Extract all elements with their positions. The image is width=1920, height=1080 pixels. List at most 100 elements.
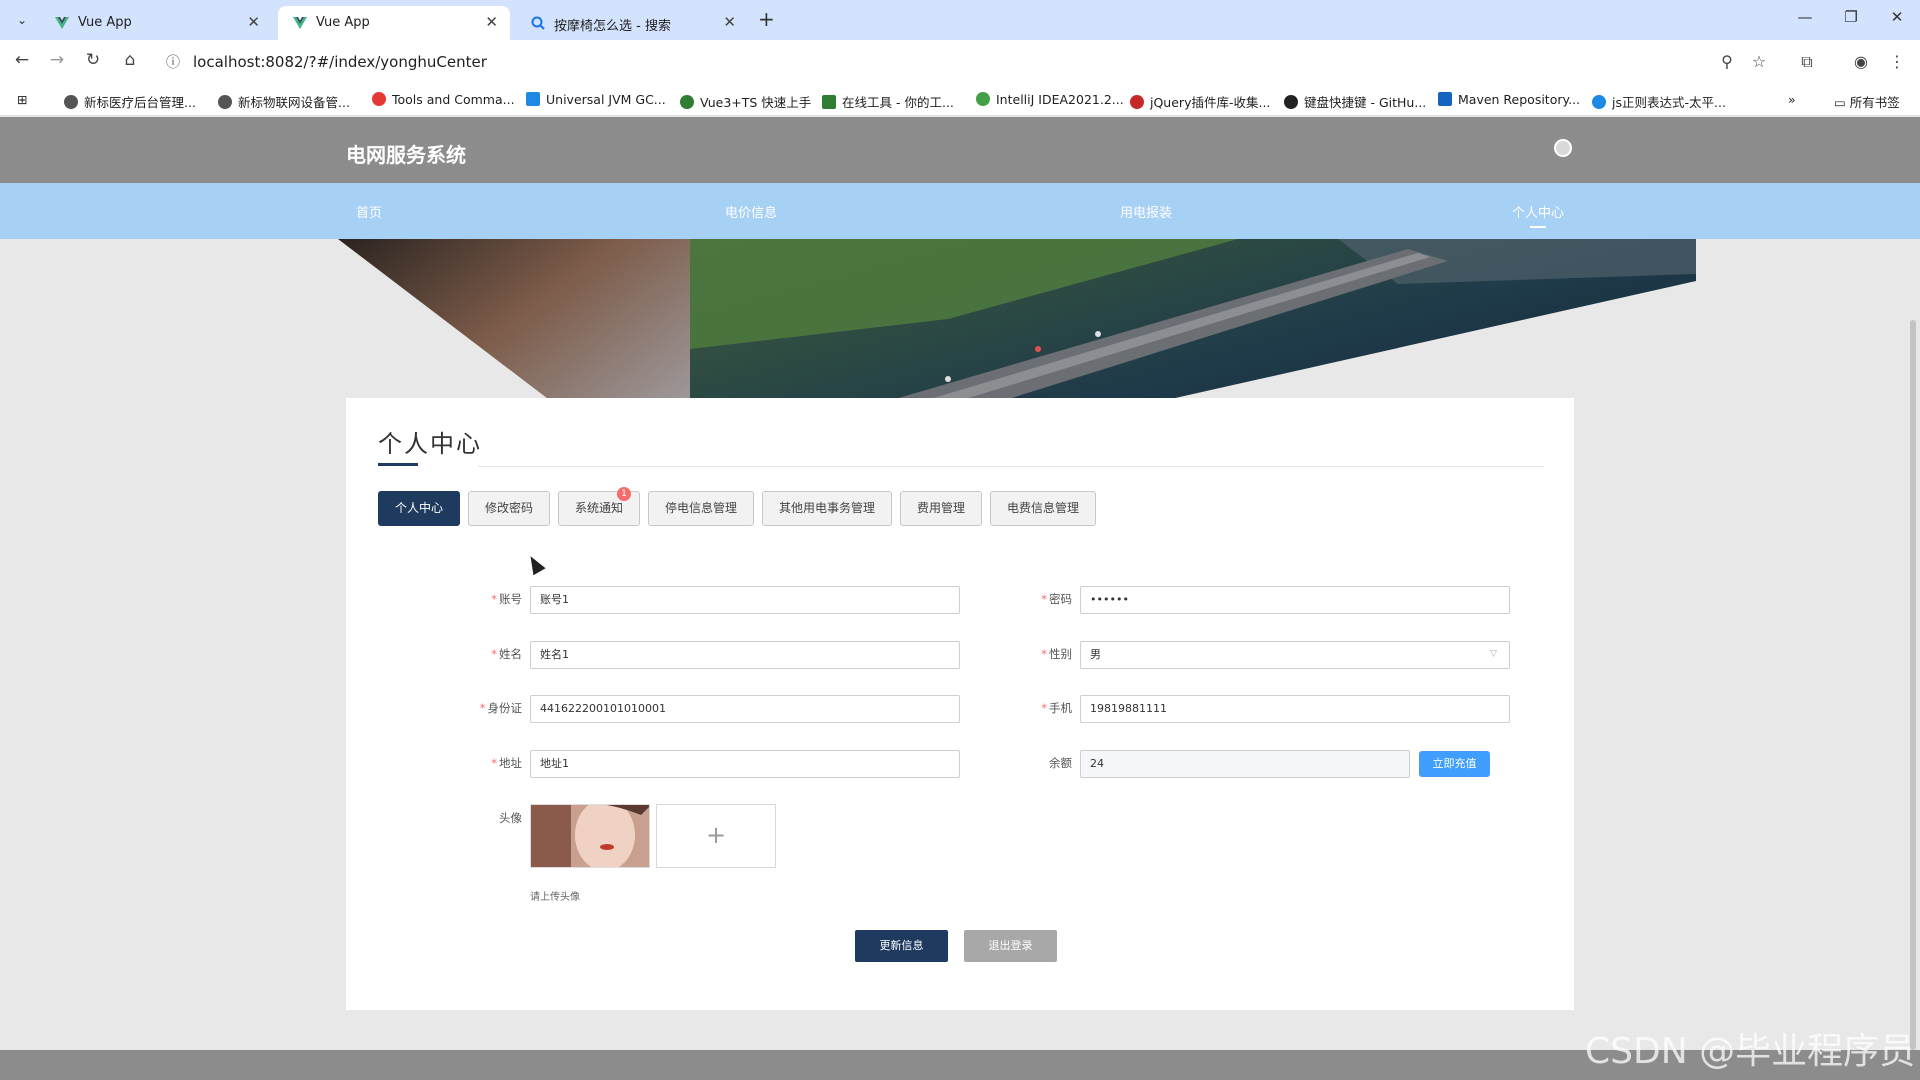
account-input[interactable]: 账号1	[530, 586, 960, 614]
bookmark-item[interactable]: 在线工具 - 你的工...	[822, 92, 954, 111]
bookmark-item[interactable]: 新标医疗后台管理...	[64, 92, 196, 111]
url-text[interactable]: localhost:8082/?#/index/yonghuCenter	[193, 53, 487, 71]
name-label: * 姓名	[491, 647, 522, 661]
globe-icon	[64, 95, 78, 109]
bookmark-item[interactable]: js正则表达式-太平...	[1592, 92, 1726, 111]
tab-outage-management[interactable]: 停电信息管理	[648, 491, 754, 526]
site-info-icon[interactable]: ⓘ	[166, 52, 180, 72]
app-title: 电网服务系统	[346, 143, 466, 167]
bookmark-item[interactable]: jQuery插件库-收集...	[1130, 92, 1270, 111]
tab-title: Vue App	[316, 15, 370, 30]
github-icon	[1284, 95, 1298, 109]
nav-user-center[interactable]: 个人中心	[1512, 202, 1564, 221]
chevron-down-icon: ▽	[1490, 649, 1497, 659]
browser-tab-3[interactable]: 按摩椅怎么选 - 搜索 ✕	[516, 6, 748, 40]
address-label: * 地址	[491, 756, 522, 770]
bookmark-item[interactable]: 新标物联网设备管...	[218, 92, 350, 111]
vue-icon	[680, 95, 694, 109]
browser-tab-1[interactable]: Vue App ✕	[40, 6, 272, 40]
password-label: *••••••密码	[1041, 592, 1072, 606]
close-tab-icon[interactable]: ✕	[485, 13, 498, 31]
bookmark-star-icon[interactable]: ☆	[1748, 52, 1770, 71]
reload-icon[interactable]: ↻	[81, 50, 105, 70]
name-input[interactable]: 姓名1	[530, 641, 960, 669]
forward-icon[interactable]: →	[45, 50, 69, 70]
close-tab-icon[interactable]: ✕	[723, 13, 736, 31]
nav-home[interactable]: 首页	[356, 202, 382, 221]
tab-change-password[interactable]: 修改密码	[468, 491, 550, 526]
vue-logo-icon	[55, 17, 69, 29]
tools-icon	[372, 92, 386, 106]
tab-search-chevron-icon[interactable]: ⌄	[10, 9, 34, 31]
tab-title: Vue App	[78, 15, 132, 30]
gender-select[interactable]: 男	[1080, 641, 1510, 669]
account-label: * 账号	[491, 592, 522, 606]
logout-button[interactable]: 退出登录	[964, 930, 1057, 962]
title-divider	[478, 466, 1544, 467]
vue-logo-icon	[293, 17, 307, 29]
phone-input[interactable]: 19819881111	[1080, 695, 1510, 723]
gc-icon	[526, 92, 540, 106]
tab-electricity-bill[interactable]: 电费信息管理	[990, 491, 1096, 526]
tab-fee-management[interactable]: 费用管理	[900, 491, 982, 526]
upload-hint: 请上传头像	[530, 892, 580, 903]
new-tab-button[interactable]: +	[758, 7, 775, 31]
menu-icon[interactable]: ⋮	[1886, 52, 1908, 71]
avatar-label: 头像	[499, 811, 522, 825]
nav-power-install[interactable]: 用电报装	[1120, 202, 1172, 221]
recharge-button[interactable]: 立即充值	[1419, 751, 1490, 777]
id-card-label: * 身份证	[479, 701, 522, 715]
avatar-image[interactable]	[530, 804, 650, 868]
update-info-button[interactable]: 更新信息	[855, 930, 948, 962]
balance-input: 24	[1080, 750, 1410, 778]
tab-other-affairs[interactable]: 其他用电事务管理	[762, 491, 892, 526]
scrollbar[interactable]	[1910, 320, 1916, 1050]
notice-badge: 1	[617, 487, 631, 501]
avatar-upload[interactable]: +	[656, 804, 776, 868]
page-title: 个人中心	[378, 430, 482, 458]
globe-icon	[218, 95, 232, 109]
more-bookmarks-icon[interactable]: »	[1788, 92, 1796, 107]
bookmark-item[interactable]: Tools and Comma...	[372, 92, 515, 107]
watermark: CSDN @毕业程序员	[1585, 1031, 1916, 1072]
browser-tab-2[interactable]: Vue App ✕	[278, 6, 510, 40]
js-icon	[1592, 95, 1606, 109]
bookmark-item[interactable]: Vue3+TS 快速上手	[680, 92, 811, 111]
gender-label: * 性别	[1041, 647, 1072, 661]
tab-title: 按摩椅怎么选 - 搜索	[554, 19, 671, 34]
title-underline	[378, 463, 418, 466]
bookmark-item[interactable]: Maven Repository...	[1438, 92, 1580, 107]
jquery-icon	[1130, 95, 1144, 109]
user-avatar-icon[interactable]	[1554, 139, 1572, 157]
id-card-input[interactable]: 441622200101010001	[530, 695, 960, 723]
close-window-icon[interactable]: ✕	[1882, 8, 1912, 26]
bookmark-item[interactable]: 键盘快捷键 - GitHu...	[1284, 92, 1426, 111]
address-input[interactable]: 地址1	[530, 750, 960, 778]
home-icon[interactable]: ⌂	[118, 50, 142, 70]
back-icon[interactable]: ←	[10, 50, 34, 70]
extensions-icon[interactable]: ⧉	[1796, 52, 1818, 72]
app-header	[0, 117, 1920, 183]
tool-t-icon	[822, 95, 836, 109]
balance-label: 余额	[1049, 756, 1072, 770]
intellij-icon	[976, 92, 990, 106]
apps-grid-icon[interactable]: ⊞	[17, 92, 27, 107]
bookmark-item[interactable]: Universal JVM GC...	[526, 92, 666, 107]
main-nav	[0, 183, 1920, 239]
all-bookmarks[interactable]: ▭ 所有书签	[1834, 92, 1900, 111]
tab-user-center[interactable]: 个人中心	[378, 491, 460, 526]
search-icon	[531, 16, 545, 30]
bookmark-item[interactable]: IntelliJ IDEA2021.2...	[976, 92, 1124, 107]
minimize-icon[interactable]: —	[1790, 8, 1820, 26]
phone-label: * 手机	[1041, 701, 1072, 715]
restore-icon[interactable]: ❐	[1836, 8, 1866, 26]
nav-active-indicator	[1530, 226, 1546, 228]
plus-icon: +	[705, 821, 727, 849]
profile-icon[interactable]: ◉	[1850, 52, 1872, 71]
nav-price-info[interactable]: 电价信息	[725, 202, 777, 221]
folder-icon: ▭	[1834, 95, 1850, 110]
zoom-icon[interactable]: ⚲	[1716, 52, 1738, 71]
password-input[interactable]: ••••••	[1080, 586, 1510, 614]
maven-icon	[1438, 92, 1452, 106]
close-tab-icon[interactable]: ✕	[247, 13, 260, 31]
